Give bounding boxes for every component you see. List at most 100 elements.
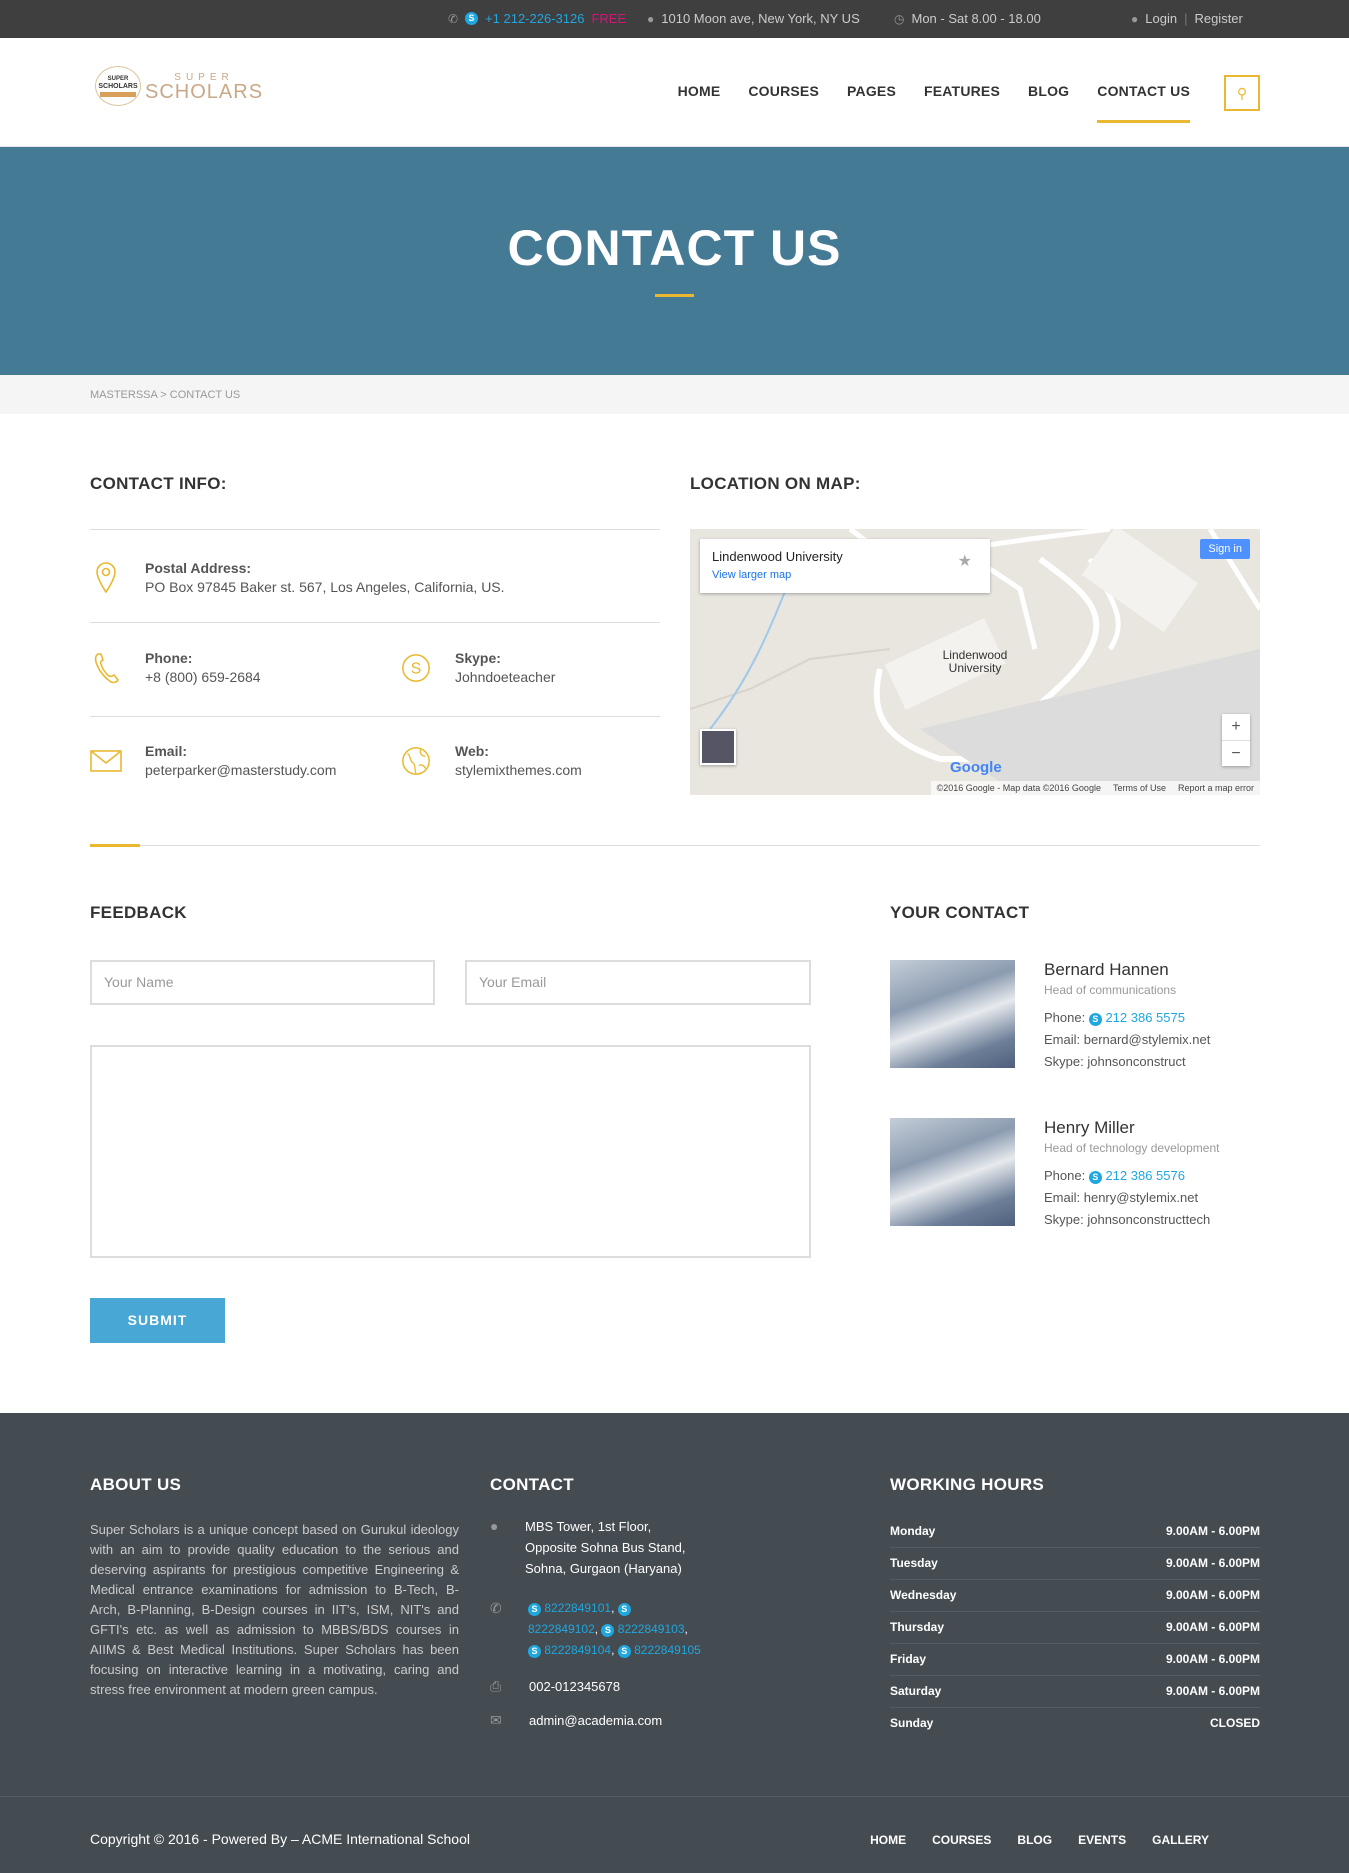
footer-phone[interactable]: 8222849105 bbox=[634, 1643, 701, 1657]
map-label-text: Lindenwood University bbox=[942, 648, 1008, 675]
hours-time: 9.00AM - 6.00PM bbox=[1165, 1588, 1260, 1602]
contact-card: Bernard Hannen Head of communications Ph… bbox=[890, 960, 1290, 1070]
footer-contact-heading: CONTACT bbox=[490, 1475, 574, 1494]
contact-phone-number[interactable]: 212 386 5575 bbox=[1105, 1010, 1185, 1025]
footer-phone[interactable]: 8222849104 bbox=[544, 1643, 611, 1657]
logo-emblem-top: SUPER bbox=[107, 76, 129, 82]
star-icon[interactable]: ★ bbox=[958, 551, 972, 571]
contact-phone-label: Phone: bbox=[1044, 1168, 1086, 1183]
footer-phone[interactable]: 8222849101 bbox=[544, 1601, 611, 1615]
user-icon: ● bbox=[1131, 11, 1139, 26]
page-hero: CONTACT US bbox=[0, 147, 1349, 375]
footer-phone[interactable]: 8222849103 bbox=[618, 1622, 685, 1636]
contact-skype[interactable]: Skype: johnsonconstruct bbox=[1044, 1054, 1186, 1069]
footer-address-line: Sohna, Gurgaon (Haryana) bbox=[525, 1561, 682, 1576]
email-value[interactable]: peterparker@masterstudy.com bbox=[145, 762, 336, 778]
postal-label: Postal Address: bbox=[145, 560, 252, 576]
hours-row: Wednesday 9.00AM - 6.00PM bbox=[890, 1580, 1260, 1612]
search-icon: ⚲ bbox=[1236, 84, 1248, 101]
footer-nav-blog[interactable]: BLOG bbox=[1017, 1833, 1052, 1847]
search-button[interactable]: ⚲ bbox=[1224, 75, 1260, 111]
logo-emblem-band bbox=[100, 92, 136, 97]
hours-day: Thursday bbox=[890, 1620, 945, 1634]
hours-row: Tuesday 9.00AM - 6.00PM bbox=[890, 1548, 1260, 1580]
login-link[interactable]: Login bbox=[1145, 11, 1177, 26]
satellite-toggle[interactable] bbox=[700, 729, 736, 765]
hours-row: Monday 9.00AM - 6.00PM bbox=[890, 1516, 1260, 1548]
nav-contact-us[interactable]: CONTACT US bbox=[1097, 83, 1190, 123]
divider bbox=[90, 529, 660, 530]
skype-icon: S bbox=[617, 1645, 631, 1658]
nav-courses[interactable]: COURSES bbox=[748, 83, 819, 99]
map-sign-in-button[interactable]: Sign in bbox=[1200, 539, 1250, 559]
nav-blog[interactable]: BLOG bbox=[1028, 83, 1069, 99]
footer-nav: HOME COURSES BLOG EVENTS GALLERY bbox=[870, 1833, 1209, 1847]
submit-button[interactable]: SUBMIT bbox=[90, 1298, 225, 1343]
copyright: Copyright © 2016 - Powered By – ACME Int… bbox=[90, 1831, 470, 1847]
message-textarea[interactable] bbox=[90, 1045, 811, 1258]
skype-icon: S bbox=[528, 1645, 541, 1658]
divider bbox=[90, 622, 660, 623]
topbar-hours: ◷ Mon - Sat 8.00 - 18.00 bbox=[894, 11, 1041, 26]
map-data-text: ©2016 Google - Map data ©2016 Google bbox=[936, 783, 1101, 793]
contact-info-heading: CONTACT INFO: bbox=[90, 474, 227, 493]
skype-value[interactable]: Johndoeteacher bbox=[455, 669, 555, 685]
working-hours-list: Monday 9.00AM - 6.00PM Tuesday 9.00AM - 6.… bbox=[890, 1516, 1260, 1740]
topbar-phone-tag: FREE bbox=[591, 11, 627, 26]
web-value[interactable]: stylemixthemes.com bbox=[455, 762, 582, 778]
footer-nav-courses[interactable]: COURSES bbox=[932, 1833, 991, 1847]
hours-day: Sunday bbox=[890, 1716, 934, 1730]
nav-features[interactable]: FEATURES bbox=[924, 83, 1000, 99]
register-link[interactable]: Register bbox=[1194, 11, 1242, 26]
contact-email[interactable]: Email: henry@stylemix.net bbox=[1044, 1190, 1198, 1205]
google-map[interactable]: Lindenwood University View larger map ★ … bbox=[690, 529, 1260, 795]
nav-home[interactable]: HOME bbox=[678, 83, 721, 99]
contact-email[interactable]: Email: bernard@stylemix.net bbox=[1044, 1032, 1210, 1047]
phone-value[interactable]: +8 (800) 659-2684 bbox=[145, 669, 261, 685]
logo[interactable]: SUPER SCHOLARS SUPER SCHOLARS bbox=[95, 66, 263, 106]
skype-icon: S bbox=[1088, 1013, 1102, 1026]
footer-nav-events[interactable]: EVENTS bbox=[1078, 1833, 1126, 1847]
map-terms-link[interactable]: Terms of Use bbox=[1113, 783, 1166, 793]
contact-skype[interactable]: Skype: johnsonconstructtech bbox=[1044, 1212, 1210, 1227]
topbar-phone[interactable]: ✆ S +1 212-226-3126 FREE bbox=[448, 11, 626, 26]
contact-card: Henry Miller Head of technology developm… bbox=[890, 1118, 1290, 1228]
nav-pages[interactable]: PAGES bbox=[847, 83, 896, 99]
view-larger-map-link[interactable]: View larger map bbox=[712, 569, 978, 581]
phone-icon bbox=[90, 650, 122, 686]
email-info: Email: peterparker@masterstudy.com bbox=[90, 743, 336, 779]
footer-nav-home[interactable]: HOME bbox=[870, 1833, 906, 1847]
hours-time: CLOSED bbox=[1209, 1716, 1260, 1730]
footer-fax-number: 002-012345678 bbox=[529, 1679, 621, 1694]
clock-icon: ◷ bbox=[894, 11, 905, 26]
phone-label: Phone: bbox=[145, 650, 193, 666]
title-underline bbox=[655, 294, 694, 297]
contact-phone: Phone: S 212 386 5576 bbox=[1044, 1168, 1185, 1184]
main-nav: HOME COURSES PAGES FEATURES BLOG CONTACT… bbox=[678, 83, 1190, 123]
email-input[interactable]: Your Email bbox=[465, 960, 811, 1005]
svg-text:S: S bbox=[411, 661, 422, 678]
zoom-in-icon[interactable]: + bbox=[1222, 714, 1250, 740]
separator: | bbox=[1184, 11, 1188, 26]
envelope-icon: ✉ bbox=[490, 1712, 502, 1728]
footer-phone[interactable]: 8222849102 bbox=[528, 1622, 595, 1636]
divider bbox=[90, 716, 660, 717]
skype-icon: S bbox=[465, 12, 479, 25]
footer-nav-gallery[interactable]: GALLERY bbox=[1152, 1833, 1209, 1847]
topbar-phone-number[interactable]: +1 212-226-3126 bbox=[485, 11, 584, 26]
map-place-card: Lindenwood University View larger map ★ bbox=[700, 539, 990, 593]
contact-phone-number[interactable]: 212 386 5576 bbox=[1105, 1168, 1185, 1183]
footer-address: ● MBS Tower, 1st Floor, Opposite Sohna B… bbox=[490, 1516, 750, 1579]
zoom-out-icon[interactable]: − bbox=[1222, 740, 1250, 767]
footer-fax: ⎙ 002-012345678 bbox=[490, 1676, 620, 1697]
map-report-link[interactable]: Report a map error bbox=[1178, 783, 1254, 793]
name-input[interactable]: Your Name bbox=[90, 960, 435, 1005]
topbar-address-text: 1010 Moon ave, New York, NY US bbox=[661, 11, 860, 26]
breadcrumb[interactable]: MASTERSSA > CONTACT US bbox=[0, 375, 1349, 414]
site-header: SUPER SCHOLARS SUPER SCHOLARS HOME COURS… bbox=[0, 38, 1349, 147]
avatar bbox=[890, 960, 1015, 1068]
your-contact-heading: YOUR CONTACT bbox=[890, 903, 1030, 922]
skype-icon: S bbox=[1088, 1171, 1102, 1184]
contact-role: Head of communications bbox=[1044, 983, 1177, 997]
footer-email-address[interactable]: admin@academia.com bbox=[529, 1710, 662, 1731]
